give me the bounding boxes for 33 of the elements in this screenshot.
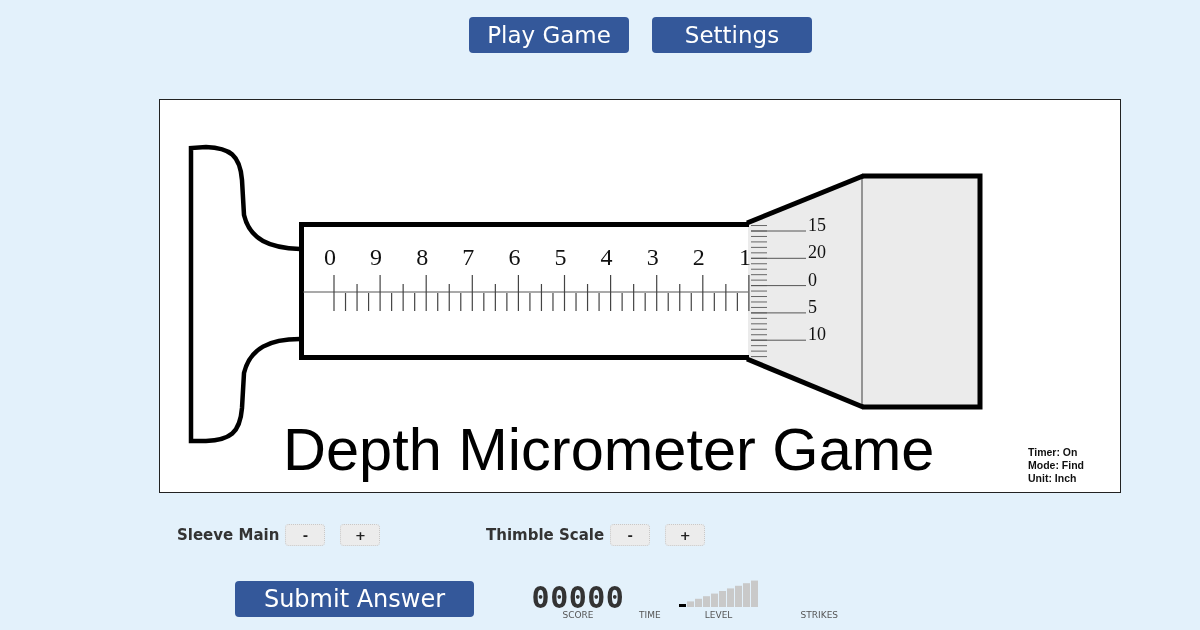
sleeve-scale-number: 1 [738,244,751,270]
stat-label: LEVEL [704,610,733,620]
sleeve-scale-number: 6 [508,244,521,270]
step-button[interactable]: + [665,524,706,546]
nav-button[interactable]: Settings [652,17,812,53]
adjuster-label: Sleeve Main [177,526,280,544]
thimble-scale-number: 0 [808,269,817,290]
step-button[interactable]: - [610,524,651,546]
stat-label: SCORE [562,610,594,620]
sleeve-scale-number: 9 [370,244,383,270]
sleeve-scale-number: 4 [600,244,613,270]
thimble-scale-number: 5 [808,296,817,317]
game-info-line: Unit: Inch [1028,472,1077,484]
game-info-line: Timer: On [1028,446,1078,458]
sleeve-scale-number: 8 [416,244,429,270]
step-button[interactable]: + [340,524,381,546]
stat-label: TIME [639,610,661,620]
score-value: 00000 [531,586,625,610]
game-info-line: Mode: Find [1028,459,1084,471]
step-button[interactable]: - [285,524,326,546]
sleeve-scale-number: 3 [646,244,659,270]
sleeve-scale-number: 2 [692,244,705,270]
thimble-scale-number: 15 [808,215,826,235]
stat-label: STRIKES [800,610,839,620]
thimble-scale-number: 20 [808,242,826,263]
game-title: Depth Micrometer Game [283,416,935,483]
submit-button[interactable]: Submit Answer [235,581,474,617]
sleeve-scale-number: 7 [462,244,475,270]
adjuster-label: Thimble Scale [486,526,605,544]
thimble-scale-number: 10 [808,324,826,345]
sleeve-scale-number: 0 [324,244,336,270]
nav-button[interactable]: Play Game [469,17,629,53]
sleeve-scale-number: 5 [554,244,567,270]
